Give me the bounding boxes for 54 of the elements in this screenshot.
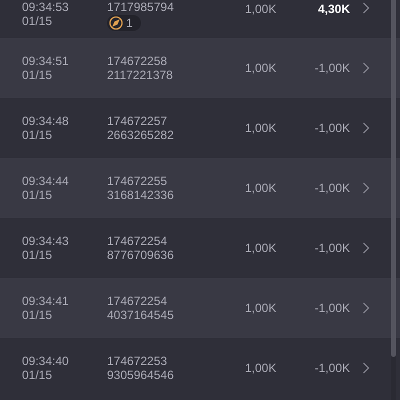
id-text: 174672255 bbox=[107, 174, 168, 188]
time-text: 09:34:43 bbox=[22, 234, 69, 248]
count-badge: 1 bbox=[107, 15, 141, 31]
date-text: 01/15 bbox=[22, 188, 52, 202]
result-text: -1,00K bbox=[314, 301, 350, 315]
transaction-row[interactable]: 09:34:41 01/15 174672254 4037164545 1,00K -1,00K bbox=[0, 278, 400, 338]
id-text: 174672254 bbox=[107, 234, 168, 248]
transaction-row[interactable]: 09:34:44 01/15 174672255 3168142336 1,00K -1,00K bbox=[0, 158, 400, 218]
chevron-right-icon bbox=[362, 302, 370, 314]
transaction-row[interactable]: 09:34:51 01/15 174672258 2117221378 1,00K -1,00K bbox=[0, 38, 400, 98]
id-text: 9305964546 bbox=[107, 368, 174, 382]
id-text: 174672258 bbox=[107, 54, 168, 68]
time-text: 09:34:48 bbox=[22, 114, 69, 128]
result-text: -1,00K bbox=[314, 61, 350, 75]
chevron-right-icon bbox=[362, 122, 370, 134]
amount-text: 1,00K bbox=[245, 2, 278, 16]
id-text: 174672254 bbox=[107, 294, 168, 308]
amount-text: 1,00K bbox=[245, 181, 278, 195]
amount-text: 1,00K bbox=[245, 61, 278, 75]
chevron-right-icon bbox=[362, 62, 370, 74]
time-text: 09:34:51 bbox=[22, 54, 69, 68]
id-text: 174672253 bbox=[107, 354, 168, 368]
result-text: -1,00K bbox=[314, 361, 350, 375]
date-text: 01/15 bbox=[22, 368, 52, 382]
amount-text: 1,00K bbox=[245, 121, 278, 135]
amount-text: 1,00K bbox=[245, 241, 278, 255]
chevron-right-icon bbox=[362, 242, 370, 254]
compass-icon bbox=[109, 16, 123, 30]
time-text: 09:34:53 bbox=[22, 0, 69, 14]
date-text: 01/15 bbox=[22, 308, 52, 322]
date-text: 01/15 bbox=[22, 68, 52, 82]
chevron-right-icon bbox=[362, 2, 370, 14]
id-text: 2117221378 bbox=[107, 68, 173, 82]
time-text: 09:34:41 bbox=[22, 294, 69, 308]
id-text: 2663265282 bbox=[107, 128, 174, 142]
result-text: -1,00K bbox=[314, 241, 350, 255]
id-text: 1717985794 bbox=[107, 0, 174, 14]
chevron-right-icon bbox=[362, 362, 370, 374]
chevron-right-icon bbox=[362, 182, 370, 194]
id-text: 8776709636 bbox=[107, 248, 174, 262]
date-text: 01/15 bbox=[22, 248, 52, 262]
amount-text: 1,00K bbox=[245, 361, 278, 375]
time-text: 09:34:44 bbox=[22, 174, 69, 188]
result-text: 4,30K bbox=[316, 2, 350, 16]
id-text: 174672257 bbox=[107, 114, 168, 128]
scrollbar-thumb[interactable] bbox=[391, 0, 396, 357]
id-text: 3168142336 bbox=[107, 188, 174, 202]
amount-text: 1,00K bbox=[245, 301, 278, 315]
date-text: 01/15 bbox=[22, 14, 52, 28]
result-text: -1,00K bbox=[314, 181, 350, 195]
id-text: 4037164545 bbox=[107, 308, 174, 322]
result-text: -1,00K bbox=[314, 121, 350, 135]
date-text: 01/15 bbox=[22, 128, 52, 142]
time-text: 09:34:40 bbox=[22, 354, 69, 368]
